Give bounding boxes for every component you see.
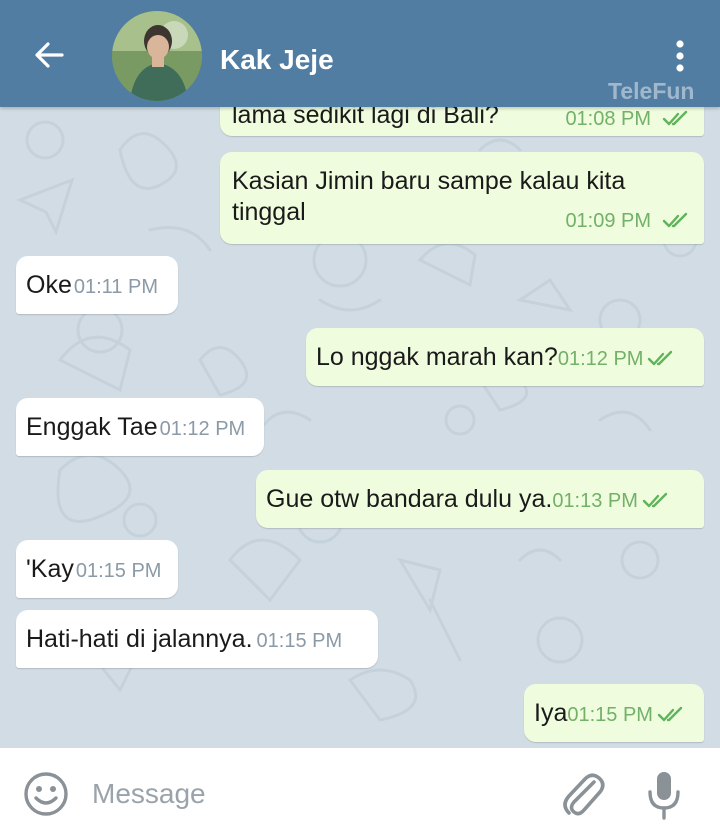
message-time: 01:11 PM: [73, 276, 158, 298]
message-bubble-outgoing[interactable]: Lo nggak marah kan?01:12 PM: [306, 328, 704, 386]
emoji-icon: [24, 772, 68, 816]
attach-button[interactable]: [558, 768, 608, 822]
double-check-icon: [662, 110, 688, 126]
message-text: 'Kay: [26, 555, 74, 583]
message-text: Oke: [26, 271, 72, 299]
message-text: Lo nggak marah kan?: [316, 343, 558, 371]
message-time: 01:15 PM: [256, 630, 343, 652]
message-text: Iya: [534, 699, 568, 727]
back-button[interactable]: [22, 33, 76, 77]
message-text: Hati-hati di jalannya.: [26, 625, 253, 653]
emoji-button[interactable]: [22, 770, 70, 818]
message-time: 01:15 PM: [75, 560, 162, 582]
message-text: Gue otw bandara dulu ya.: [266, 485, 553, 513]
message-text: Enggak Tae: [26, 413, 158, 441]
double-check-icon: [662, 212, 688, 228]
message-list[interactable]: lama sedikit lagi di Bali? 01:08 PM Kasi…: [0, 0, 720, 748]
message-bubble-incoming[interactable]: Oke 01:11 PM: [16, 256, 178, 314]
message-bubble-incoming[interactable]: Enggak Tae 01:12 PM: [16, 398, 264, 456]
back-arrow-icon: [35, 42, 64, 68]
microphone-icon: [648, 772, 680, 820]
more-options-button[interactable]: [664, 36, 696, 76]
message-input-bar: [0, 748, 720, 837]
double-check-icon: [657, 706, 683, 722]
voice-record-button[interactable]: [644, 768, 684, 822]
double-check-icon: [642, 492, 668, 508]
avatar-photo: [112, 11, 202, 101]
more-vertical-icon: [676, 40, 684, 72]
message-time: 01:08 PM: [565, 108, 652, 130]
message-bubble-incoming[interactable]: 'Kay 01:15 PM: [16, 540, 178, 598]
message-time: 01:12 PM: [557, 348, 644, 370]
paperclip-icon: [563, 773, 605, 816]
message-bubble-outgoing[interactable]: Gue otw bandara dulu ya.01:13 PM: [256, 470, 704, 528]
message-text-line: Kasian Jimin baru sampe kalau kita: [232, 167, 626, 195]
message-bubble-outgoing[interactable]: Iya01:15 PM: [524, 684, 704, 742]
message-time: 01:13 PM: [552, 490, 638, 512]
double-check-icon: [648, 350, 673, 366]
message-bubble-outgoing[interactable]: Kasian Jimin baru sampe kalau kita tingg…: [220, 152, 704, 244]
message-input[interactable]: [92, 772, 532, 816]
chat-title[interactable]: Kak Jeje: [220, 42, 334, 78]
avatar[interactable]: [112, 11, 202, 101]
message-bubble-incoming[interactable]: Hati-hati di jalannya. 01:15 PM: [16, 610, 378, 668]
watermark: TeleFun: [608, 78, 695, 104]
message-time: 01:09 PM: [565, 210, 652, 232]
message-time: 01:15 PM: [567, 704, 653, 726]
message-time: 01:12 PM: [159, 418, 246, 440]
